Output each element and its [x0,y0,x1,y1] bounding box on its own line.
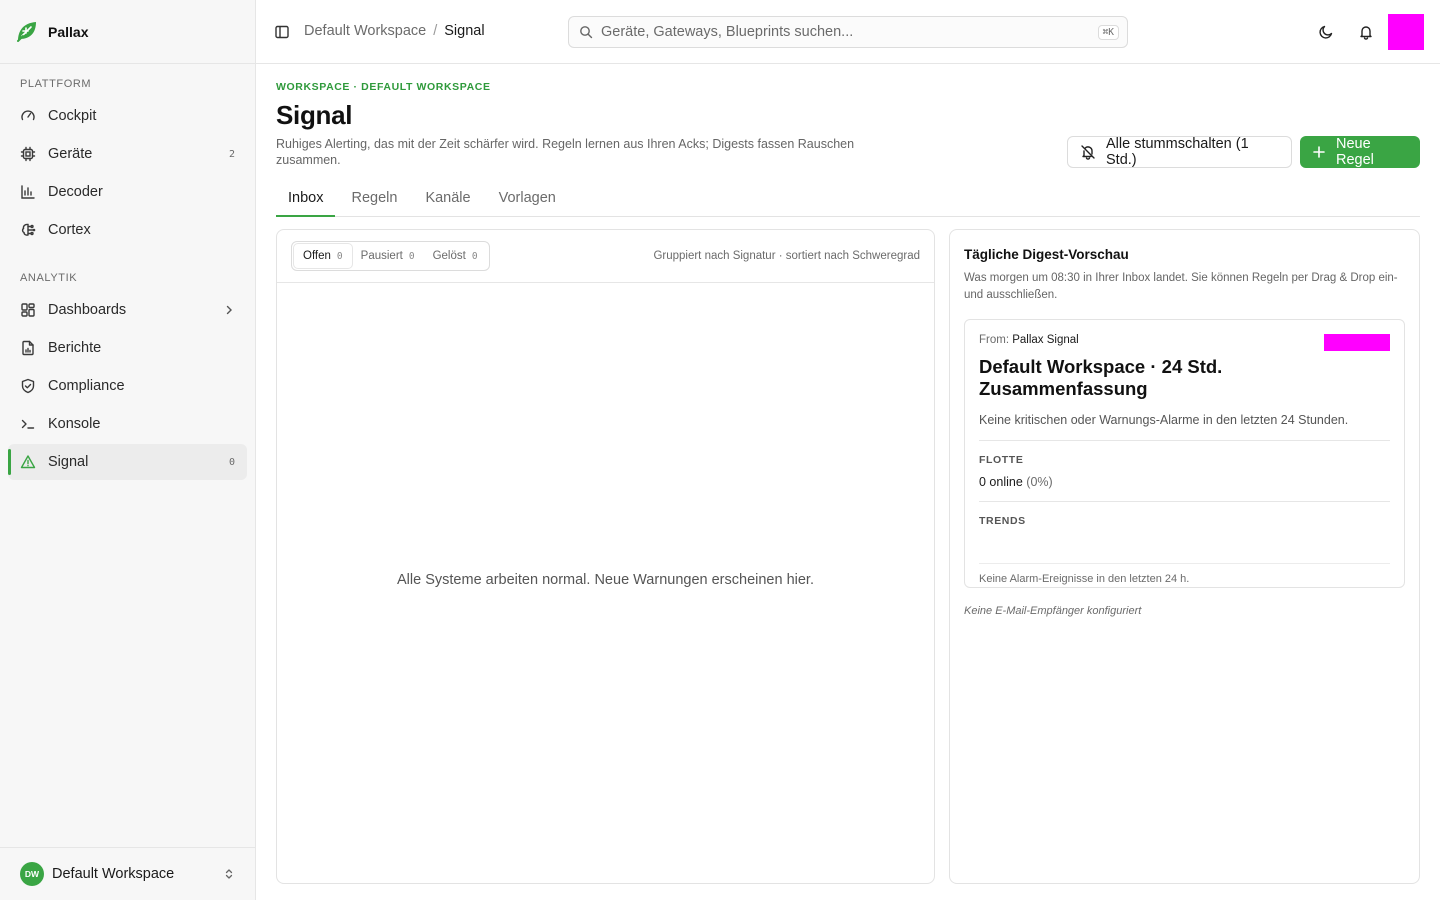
sidebar-item-label: Cockpit [48,108,97,124]
workspace-name: Default Workspace [52,866,175,882]
workspace-switcher[interactable]: DW Default Workspace [0,847,255,900]
sidebar-item-decoder[interactable]: Decoder [8,174,247,210]
status-filter: Offen 0 Pausiert 0 Gelöst 0 [291,241,490,271]
digest-description: Was morgen um 08:30 in Ihrer Inbox lande… [964,272,1398,301]
shield-check-icon [20,378,36,394]
warning-icon [20,454,36,470]
breadcrumb-separator: / [433,23,438,39]
inbox-header: Offen 0 Pausiert 0 Gelöst 0 Gruppiert na… [277,230,934,283]
mail-from-label: From: [979,334,1010,346]
nav-group-label: ANALYTIK [20,272,78,284]
user-avatar[interactable] [1388,14,1424,50]
filter-label: Offen [303,250,331,262]
mail-lead: Keine kritischen oder Warnungs-Alarme in… [979,413,1390,441]
mail-fleet-value: 0 online (0%) [979,475,1390,502]
no-recipients-note: Keine E-Mail-Empfänger konfiguriert [964,605,1142,617]
brand[interactable]: Pallax [0,0,255,64]
pallax-logo-icon [14,19,40,45]
sidebar-item-label: Compliance [48,378,125,394]
nav-group-label: PLATTFORM [20,78,92,90]
filter-offen[interactable]: Offen 0 [294,244,352,268]
chevrons-up-down-icon [223,868,235,880]
plus-icon [1312,145,1326,159]
sidebar-item-label: Dashboards [48,302,127,318]
tab-bar: Inbox Regeln Kanäle Vorlagen [276,180,1420,217]
terminal-icon [20,416,36,432]
search-input[interactable] [601,24,1098,40]
sidebar-item-label: Cortex [48,222,91,238]
mail-tag [1324,334,1390,351]
bar-chart-icon [20,184,36,200]
search-bar[interactable]: ⌘K [568,16,1128,48]
workspace-avatar: DW [20,862,44,886]
sidebar-item-berichte[interactable]: Berichte [8,330,247,366]
breadcrumb-workspace[interactable]: Default Workspace [304,23,426,39]
tab-kanaele[interactable]: Kanäle [413,180,482,216]
filter-label: Gelöst [432,250,466,262]
inbox-sort-info: Gruppiert nach Signatur · sortiert nach … [653,250,920,262]
trends-sparkline [979,563,1390,564]
sidebar-item-count: 2 [228,148,235,160]
sidebar: Pallax PLATTFORM Cockpit Geräte 2 Decode… [0,0,256,900]
mute-all-label: Alle stummschalten (1 Std.) [1106,136,1249,168]
page-title: Signal [276,100,353,130]
sidebar-item-cortex[interactable]: Cortex [8,212,247,248]
tab-regeln[interactable]: Regeln [339,180,409,216]
grid-icon [20,302,36,318]
filter-label: Pausiert [360,250,403,262]
fleet-percent: (0%) [1026,475,1053,489]
digest-title: Tägliche Digest-Vorschau [964,247,1129,262]
filter-count: 0 [336,250,343,262]
page-eyebrow: WORKSPACE · DEFAULT WORKSPACE [276,81,491,93]
sidebar-item-konsole[interactable]: Konsole [8,406,247,442]
sidebar-item-label: Signal [48,454,89,470]
notifications-bell-icon[interactable] [1358,24,1374,40]
mail-footer: Keine Alarm-Ereignisse in den letzten 24… [979,573,1190,585]
chevron-right-icon[interactable] [223,304,235,316]
file-chart-icon [20,340,36,356]
brain-icon [20,222,36,238]
inbox-empty-state: Alle Systeme arbeiten normal. Neue Warnu… [397,572,814,588]
search-shortcut: ⌘K [1097,24,1119,40]
bell-off-icon [1080,144,1096,160]
sidebar-item-count: 0 [228,456,235,468]
topbar: Default Workspace / Signal ⌘K [256,0,1440,64]
chip-icon [20,146,36,162]
mail-title: Default Workspace · 24 Std. Zusammenfass… [979,356,1223,399]
mute-all-button[interactable]: Alle stummschalten (1 Std.) [1067,136,1292,168]
new-rule-label: Neue Regel [1336,136,1374,168]
breadcrumb-current: Signal [444,23,485,39]
sidebar-toggle-icon[interactable] [274,24,290,40]
breadcrumb: Default Workspace / Signal [304,23,485,39]
sidebar-item-label: Konsole [48,416,101,432]
page-subtitle: Ruhiges Alerting, das mit der Zeit schär… [276,137,855,167]
digest-panel: Tägliche Digest-Vorschau Was morgen um 0… [949,229,1420,884]
filter-count: 0 [408,250,415,262]
sidebar-item-dashboards[interactable]: Dashboards [8,292,247,328]
search-icon [579,25,593,39]
inbox-panel: Offen 0 Pausiert 0 Gelöst 0 Gruppiert na… [276,229,935,884]
fleet-online: 0 online [979,475,1023,489]
theme-toggle-moon-icon[interactable] [1318,24,1334,40]
gauge-icon [20,108,36,124]
new-rule-button[interactable]: Neue Regel [1300,136,1420,168]
digest-mail-preview: From: Pallax Signal Default Workspace · … [964,319,1405,588]
sidebar-item-label: Berichte [48,340,102,356]
mail-from-name: Pallax Signal [1012,334,1079,346]
brand-name: Pallax [48,23,89,40]
filter-geloest[interactable]: Gelöst 0 [424,244,487,268]
sidebar-item-geraete[interactable]: Geräte 2 [8,136,247,172]
filter-count: 0 [471,250,478,262]
sidebar-item-label: Geräte [48,146,93,162]
tab-inbox[interactable]: Inbox [276,180,336,217]
tab-vorlagen[interactable]: Vorlagen [487,180,568,216]
sidebar-item-cockpit[interactable]: Cockpit [8,98,247,134]
mail-trends-label: TRENDS [979,515,1026,527]
sidebar-item-label: Decoder [48,184,103,200]
sidebar-item-signal[interactable]: Signal 0 [8,444,247,480]
filter-pausiert[interactable]: Pausiert 0 [352,244,424,268]
mail-fleet-label: FLOTTE [979,454,1024,466]
sidebar-item-compliance[interactable]: Compliance [8,368,247,404]
